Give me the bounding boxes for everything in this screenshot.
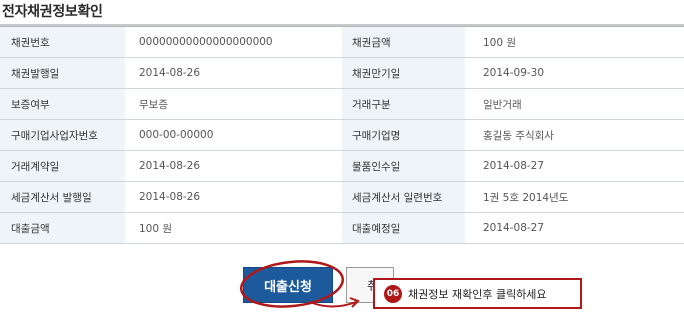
label-receipt-date: 물품인수일 (342, 150, 465, 182)
label-maturity-date: 채권만기일 (342, 57, 465, 89)
table-row: 대출금액 100 원 대출예정일 2014-08-27 (0, 212, 684, 244)
value-buyer-name: 홍길동 주식회사 (465, 119, 684, 151)
loan-apply-button[interactable]: 대출신청 (243, 267, 333, 303)
value-guarantee: 무보증 (125, 88, 342, 120)
value-issue-date: 2014-08-26 (125, 57, 342, 89)
label-bond-amount: 채권금액 (342, 26, 465, 58)
value-trade-type: 일반거래 (465, 88, 684, 120)
label-buyer-name: 구매기업명 (342, 119, 465, 151)
table-row: 거래계약일 2014-08-26 물품인수일 2014-08-27 (0, 150, 684, 182)
value-bond-number: 00000000000000000000 (125, 26, 342, 58)
table-row: 구매기업사업자번호 000-00-00000 구매기업명 홍길동 주식회사 (0, 119, 684, 151)
label-trade-type: 거래구분 (342, 88, 465, 120)
table-row: 세금계산서 발행일 2014-08-26 세금계산서 일련번호 1권 5호 20… (0, 181, 684, 213)
page-title: 전자채권정보확인 (2, 4, 103, 20)
label-issue-date: 채권발행일 (0, 57, 125, 89)
label-invoice-serial: 세금계산서 일련번호 (342, 181, 465, 213)
label-bond-number: 채권번호 (0, 26, 125, 58)
table-row: 채권발행일 2014-08-26 채권만기일 2014-09-30 (0, 57, 684, 89)
label-buyer-business-number: 구매기업사업자번호 (0, 119, 125, 151)
instruction-callout: 06 채권정보 재확인후 클릭하세요 (373, 278, 582, 309)
bond-info-table: 채권번호 00000000000000000000 채권금액 100 원 채권발… (0, 26, 684, 244)
instruction-text: 채권정보 재확인후 클릭하세요 (408, 287, 547, 301)
label-loan-amount: 대출금액 (0, 212, 125, 244)
value-maturity-date: 2014-09-30 (465, 57, 684, 89)
label-invoice-date: 세금계산서 발행일 (0, 181, 125, 213)
value-loan-amount: 100 원 (125, 212, 342, 244)
table-row: 채권번호 00000000000000000000 채권금액 100 원 (0, 26, 684, 58)
step-badge: 06 (384, 284, 402, 303)
value-contract-date: 2014-08-26 (125, 150, 342, 182)
value-bond-amount: 100 원 (465, 26, 684, 58)
value-loan-date: 2014-08-27 (465, 212, 684, 244)
label-loan-date: 대출예정일 (342, 212, 465, 244)
value-buyer-business-number: 000-00-00000 (125, 119, 342, 151)
label-contract-date: 거래계약일 (0, 150, 125, 182)
table-row: 보증여부 무보증 거래구분 일반거래 (0, 88, 684, 120)
value-receipt-date: 2014-08-27 (465, 150, 684, 182)
label-guarantee: 보증여부 (0, 88, 125, 120)
value-invoice-date: 2014-08-26 (125, 181, 342, 213)
value-invoice-serial: 1권 5호 2014년도 (465, 181, 684, 213)
